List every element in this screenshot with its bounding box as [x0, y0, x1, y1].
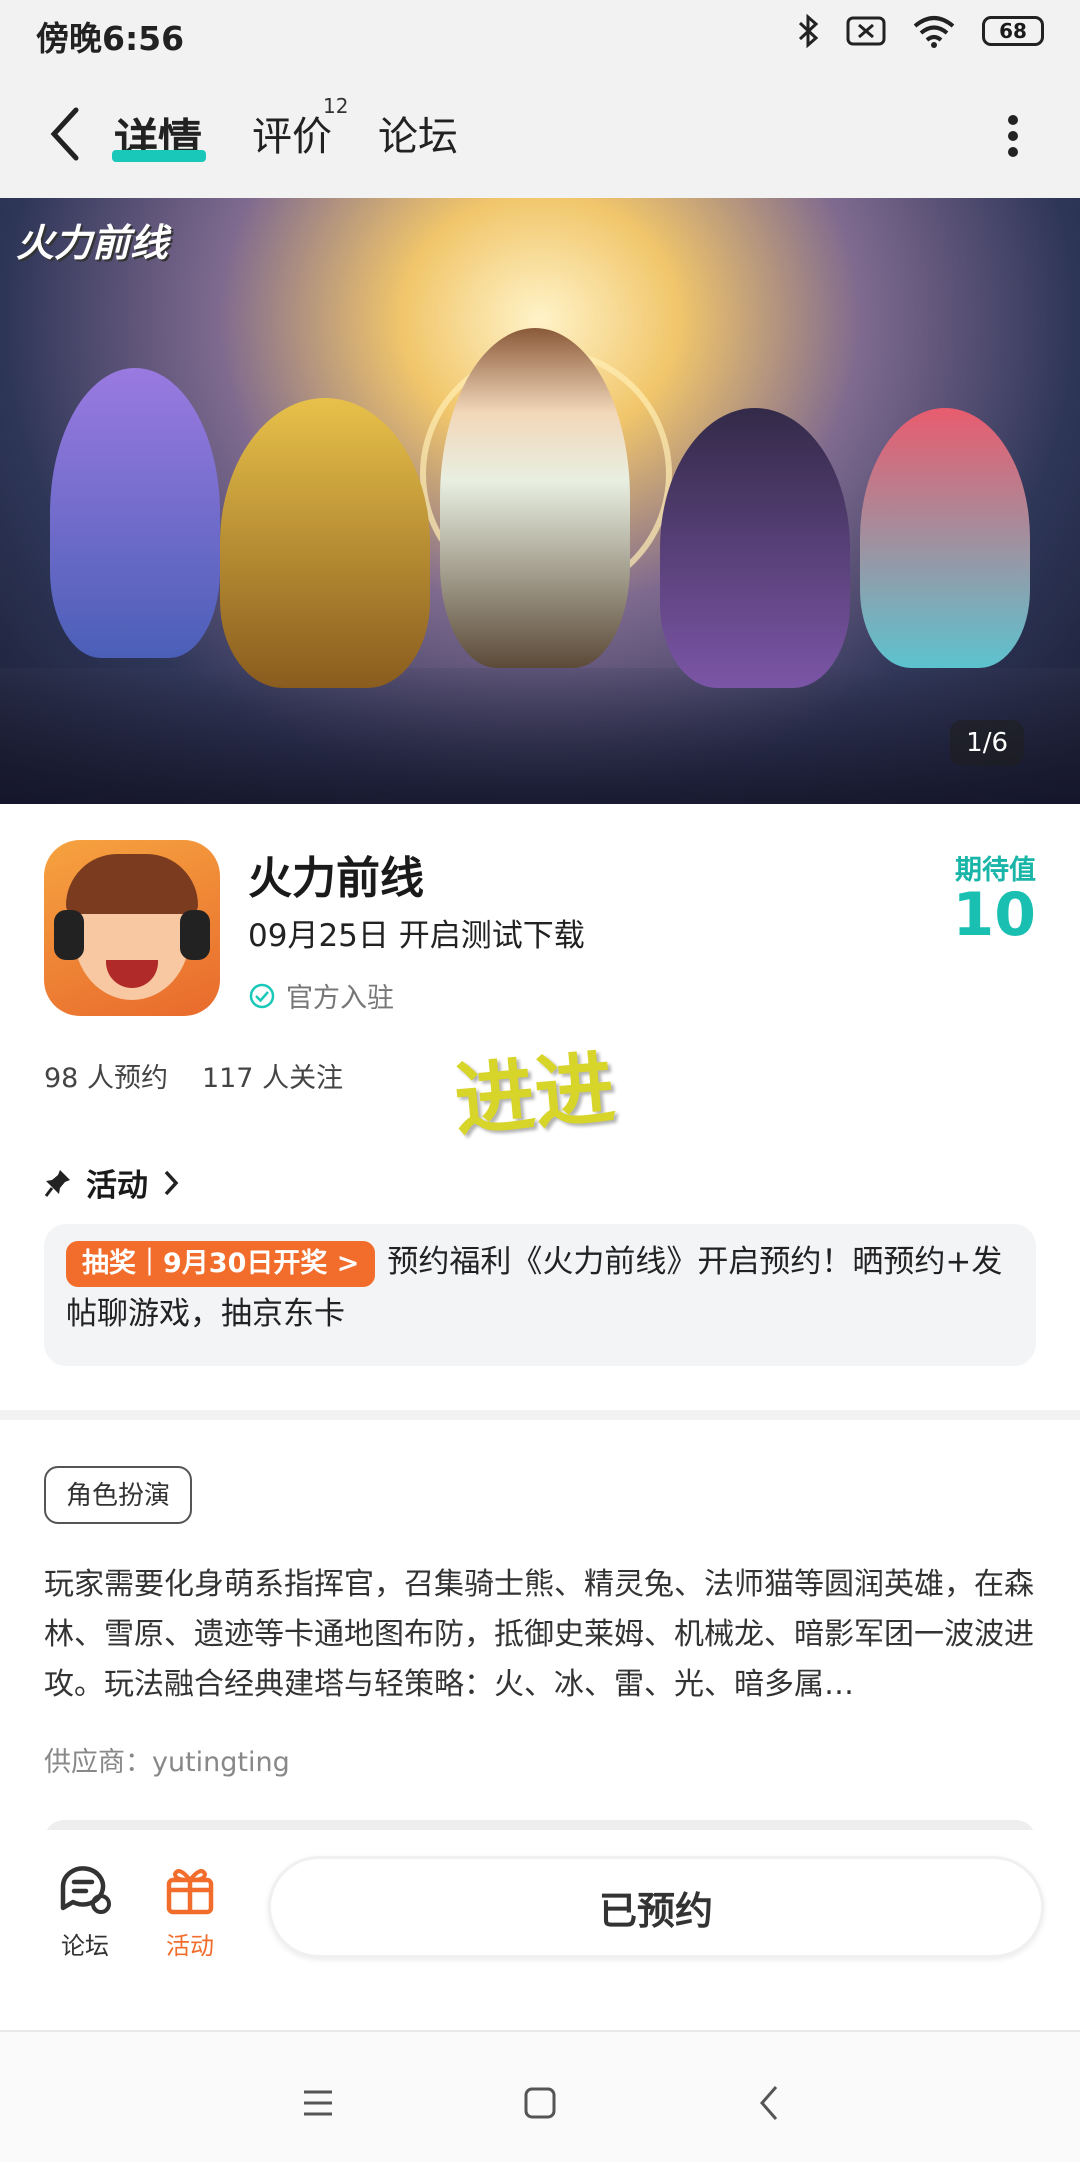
hero-sorceress: [660, 408, 850, 688]
activity-label: 活动: [166, 1932, 214, 1960]
menu-icon[interactable]: [302, 2088, 334, 2118]
chevron-right-icon: [164, 1170, 179, 1195]
official-label: 官方入驻: [286, 983, 394, 1014]
bluetooth-icon: [798, 14, 819, 48]
activity-card[interactable]: 抽奖｜9月30日开奖 > 预约福利《火力前线》开启预约！晒预约+发帖聊游戏，抽京东…: [44, 1224, 1036, 1366]
gift-icon: [166, 1869, 214, 1915]
game-description[interactable]: 玩家需要化身萌系指挥官，召集骑士熊、精灵兔、法师猫等圆润英雄，在森林、雪原、遗迹…: [44, 1560, 1036, 1710]
home-icon[interactable]: [523, 2086, 557, 2120]
banner-carousel[interactable]: 火力前线 1/6: [0, 198, 1080, 804]
activity-heading[interactable]: 活动: [44, 1160, 180, 1205]
headphone-left: [54, 910, 84, 960]
icon-hair: [66, 854, 198, 914]
status-icons: 68: [796, 14, 1044, 48]
banner-floor: [0, 668, 1080, 804]
back-nav-icon[interactable]: [758, 2084, 780, 2122]
active-tab-indicator: [112, 150, 206, 162]
app-title: 火力前线: [248, 853, 424, 904]
stats-row: 98 人预约 117 人关注: [44, 1056, 343, 1095]
reservation-count: 98 人预约: [44, 1063, 168, 1094]
banner-logo: 火力前线: [16, 221, 169, 265]
reserved-button[interactable]: 已预约: [268, 1856, 1044, 1958]
lottery-tag: 抽奖｜9月30日开奖 >: [66, 1240, 376, 1287]
sticker-text: 进进: [450, 1041, 619, 1148]
expectation-value: 10: [952, 880, 1037, 950]
activity-title: 活动: [86, 1168, 148, 1204]
status-bar: 傍晚6:56 68: [0, 0, 1080, 70]
more-icon[interactable]: [1003, 112, 1023, 160]
status-time: 傍晚6:56: [36, 19, 185, 58]
section-divider: [0, 1410, 1080, 1420]
forum-icon: [60, 1866, 111, 1914]
hero-mermaid: [860, 408, 1030, 668]
activity-body: 抽奖｜9月30日开奖 > 预约福利《火力前线》开启预约！晒预约+发帖聊游戏，抽京东…: [66, 1236, 1014, 1340]
app-icon: [44, 840, 220, 1016]
banner-counter: 1/6: [950, 720, 1024, 766]
hero-dwarf: [220, 398, 430, 688]
app-subtitle: 09月25日 开启测试下载: [248, 918, 585, 954]
official-badge: 官方入驻: [248, 976, 394, 1015]
system-nav-bar: [0, 2030, 1080, 2162]
pin-icon: [44, 1169, 70, 1197]
reviews-count-badge: 12: [323, 94, 349, 118]
tab-reviews[interactable]: 评价: [252, 104, 332, 162]
wifi-icon: [913, 16, 955, 48]
battery-icon: 68: [982, 16, 1044, 46]
forum-button[interactable]: 论坛: [30, 1862, 140, 1961]
forum-label: 论坛: [61, 1932, 109, 1960]
genre-tag[interactable]: 角色扮演: [44, 1466, 193, 1524]
top-header: 详情 评价 论坛: [0, 70, 1080, 198]
back-icon[interactable]: [48, 106, 82, 162]
headphone-right: [180, 910, 210, 960]
supplier-text: 供应商：yutingting: [44, 1747, 290, 1778]
follower-count: 117 人关注: [201, 1063, 344, 1094]
sim-off-icon: [846, 16, 886, 46]
check-circle-icon: [249, 983, 275, 1008]
activity-button[interactable]: 活动: [135, 1862, 245, 1961]
tab-forum[interactable]: 论坛: [378, 104, 458, 162]
hero-swordsman: [440, 328, 630, 668]
hero-mage: [50, 368, 220, 658]
